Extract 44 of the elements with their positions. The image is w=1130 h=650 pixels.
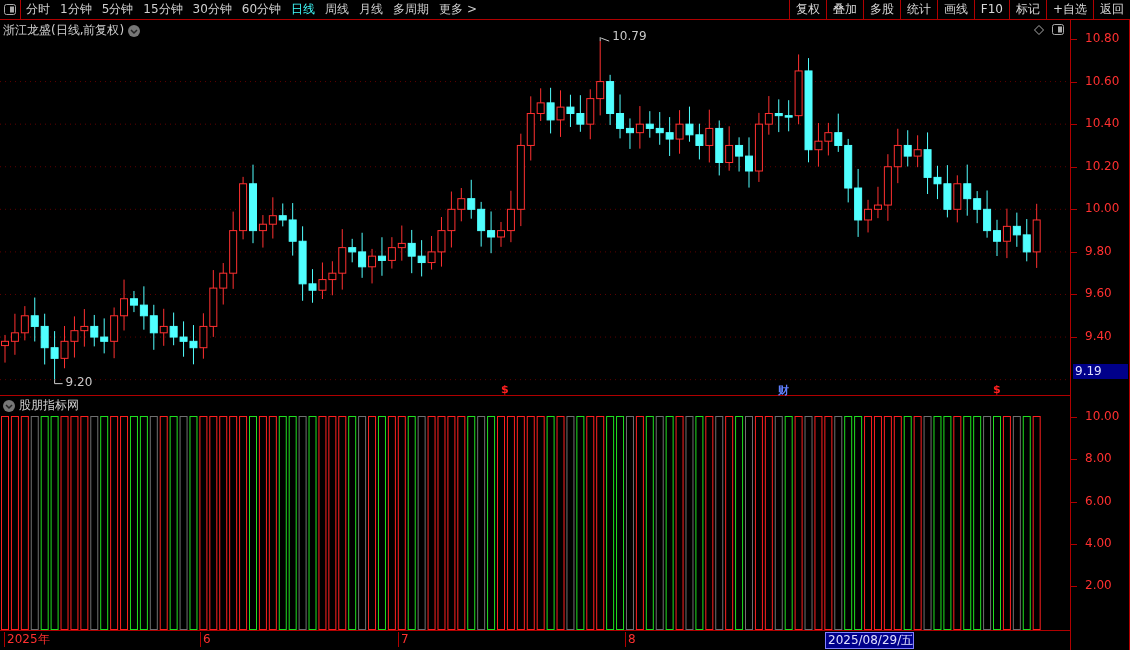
panel-toggle-icon[interactable] [4, 4, 16, 15]
low-price-label: 9.20 [65, 374, 93, 389]
leader-line [54, 379, 64, 385]
period-tab[interactable]: 周线 [320, 0, 355, 19]
current-price-tag: 9.19 [1073, 364, 1128, 379]
diamond-icon[interactable] [1034, 24, 1044, 35]
period-tab[interactable]: 日线 [286, 0, 321, 19]
period-tab[interactable]: 15分钟 [138, 0, 188, 19]
chart-title: 浙江龙盛(日线,前复权) [3, 22, 125, 39]
indicator-axis-label: 10.00 [1085, 409, 1120, 423]
period-tab[interactable]: 30分钟 [187, 0, 237, 19]
indicator-axis-label: 6.00 [1085, 493, 1112, 508]
indicator-axis-label: 2.00 [1085, 578, 1112, 593]
high-price-label: 10.79 [612, 29, 647, 44]
price-axis-label: 10.20 [1085, 158, 1120, 173]
event-marker[interactable]: 财 [778, 383, 789, 398]
price-axis-label: 9.40 [1085, 329, 1112, 344]
price-axis-label: 9.80 [1085, 243, 1112, 258]
period-tab[interactable]: 月线 [354, 0, 389, 19]
price-axis-label: 9.60 [1085, 286, 1112, 301]
period-tab[interactable]: 5分钟 [96, 0, 139, 19]
price-axis-label: 10.00 [1085, 201, 1120, 216]
price-axis-label: 10.80 [1085, 31, 1120, 45]
event-marker[interactable]: $ [501, 383, 509, 396]
date-label: 2025/08/29/五 [825, 632, 915, 649]
period-tab[interactable]: 分时 [21, 0, 55, 19]
leader-line [599, 36, 610, 42]
event-marker[interactable]: $ [993, 383, 1001, 396]
period-tab[interactable]: 多周期 [388, 0, 435, 19]
price-axis-label: 10.40 [1085, 116, 1120, 131]
indicator-axis-label: 4.00 [1085, 535, 1112, 550]
more-menu[interactable]: 更多 > [434, 0, 482, 19]
date-label: 7 [398, 632, 409, 647]
indicator-title: 股朋指标网 [19, 397, 79, 414]
period-tab[interactable]: 60分钟 [236, 0, 287, 19]
dropdown-icon[interactable] [3, 399, 15, 412]
date-label: 6 [200, 632, 211, 647]
indicator-axis-label: 8.00 [1085, 451, 1112, 466]
panel-toggle-icon[interactable] [1052, 24, 1064, 35]
period-tab[interactable]: 1分钟 [55, 0, 97, 19]
date-label: 2025年 [4, 632, 50, 647]
date-label: 8 [625, 632, 636, 647]
dropdown-icon[interactable] [128, 24, 141, 37]
price-axis-label: 10.60 [1085, 73, 1120, 88]
